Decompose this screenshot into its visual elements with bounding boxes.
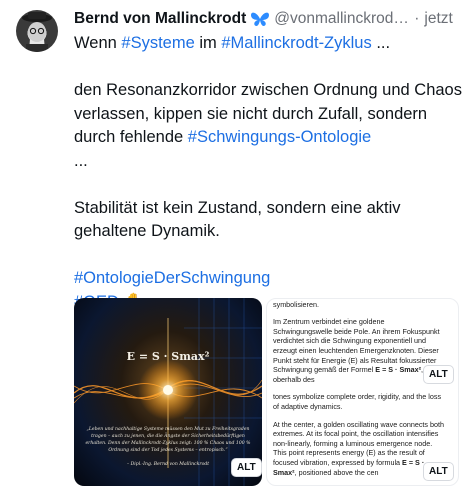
post-timestamp[interactable]: jetzt [424,10,452,28]
alt-badge-image-1[interactable]: ALT [231,458,262,477]
media-image-1[interactable]: E = S · Smax² „Leben und nachhaltige Sys… [74,298,262,486]
doc-formula: E = S · Smax² [375,365,422,375]
author-display-name[interactable]: Bernd von Mallinckrodt [74,10,246,28]
image-quote: „Leben und nachhaltige Systeme müssen de… [85,427,251,453]
avatar[interactable] [16,10,58,52]
doc-paragraph-1: Ordnung, Erstarrung und Verlust adaptive… [273,299,319,309]
separator-dot: · [414,10,420,27]
doc-paragraph-3: tones symbolize complete order, rigidity… [273,392,442,411]
post-paragraph-1: Wenn #Systeme im #Mallinckrodt-Zyklus ..… [74,32,464,56]
post-text-segment: ... [371,34,391,52]
alt-badge-image-2-bottom[interactable]: ALT [423,462,454,481]
alt-text-document: Ordnung, Erstarrung und Verlust adaptive… [273,299,445,485]
post-text: Wenn #Systeme im #Mallinckrodt-Zyklus ..… [74,32,464,314]
hashtag-schwingungs-ontologie[interactable]: #Schwingungs-Ontologie [188,128,371,146]
media-image-2[interactable]: Ordnung, Erstarrung und Verlust adaptive… [266,298,459,486]
post-paragraph-2: den Resonanzkorridor zwischen Ordnung un… [74,79,464,173]
post-text-segment: Wenn [74,34,122,52]
avatar-portrait [22,12,52,52]
hashtag-mallinckrodt-zyklus[interactable]: #Mallinckrodt-Zyklus [221,34,371,52]
post-text-segment: im [194,34,222,52]
media-grid: E = S · Smax² „Leben und nachhaltige Sys… [74,298,459,486]
hashtag-systeme[interactable]: #Systeme [121,34,194,52]
formula-text: E = S · Smax² [126,350,210,363]
post-header: Bernd von Mallinckrodt @vonmallinckrodt.… [74,8,458,30]
alt-badge-image-2-top[interactable]: ALT [423,365,454,384]
doc-paragraph-2: Im Zentrum verbindet eine goldene Schwin… [273,317,445,384]
post-text-segment: ... [74,151,88,170]
butterfly-icon [250,11,270,27]
hashtag-ontologie-der-schwingung[interactable]: #OntologieDerSchwingung [74,269,270,287]
post-paragraph-3: Stabilität ist kein Zustand, sondern ein… [74,198,401,241]
author-handle[interactable]: @vonmallinckrodt.bsky.social [274,10,409,28]
doc-paragraph-4: At the center, a golden oscillating wave… [273,420,445,478]
doc-text-segment: , positioned above the cen [294,467,379,477]
